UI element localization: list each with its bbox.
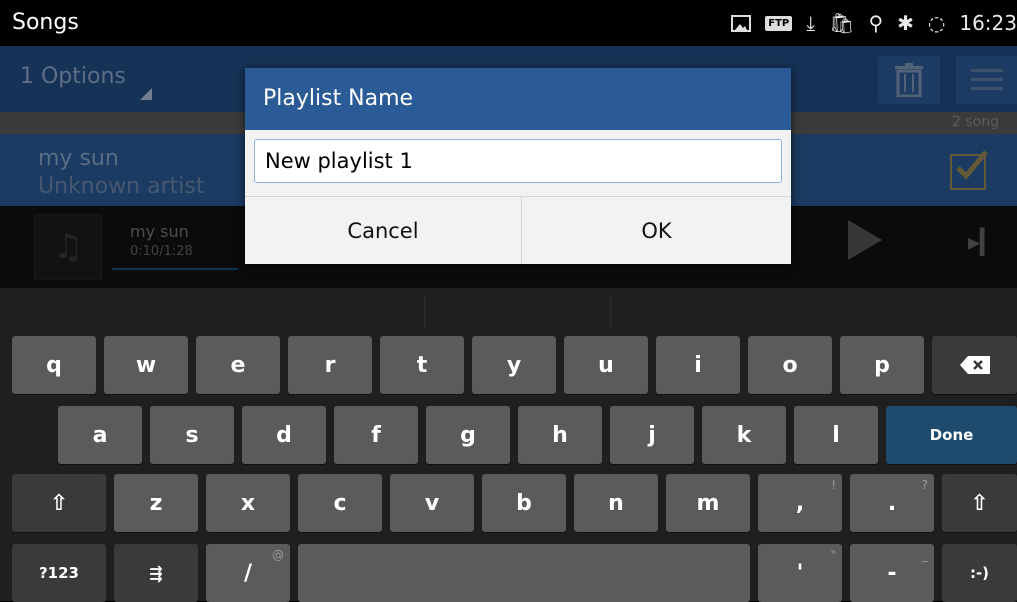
key-z[interactable]: z — [114, 474, 198, 532]
backspace-key[interactable] — [932, 336, 1017, 394]
bluetooth-icon: ✱ — [897, 11, 914, 35]
key-period[interactable]: . ? — [850, 474, 934, 532]
key-n[interactable]: n — [574, 474, 658, 532]
settings-key[interactable]: ⇶ — [114, 544, 198, 602]
key-slash[interactable]: / @ — [206, 544, 290, 602]
key-s[interactable]: s — [150, 406, 234, 464]
key-hint: ! — [831, 478, 836, 492]
playlist-name-input[interactable] — [254, 139, 782, 183]
key-a[interactable]: a — [58, 406, 142, 464]
shopping-bag-icon: 🛍 — [829, 11, 855, 35]
ftp-icon: FTP — [765, 15, 793, 31]
key-p[interactable]: p — [840, 336, 924, 394]
key-g[interactable]: g — [426, 406, 510, 464]
key-dash[interactable]: - _ — [850, 544, 934, 602]
suggestion-strip — [0, 288, 1017, 334]
dialog-title: Playlist Name — [263, 86, 414, 111]
key-o[interactable]: o — [748, 336, 832, 394]
key-u[interactable]: u — [564, 336, 648, 394]
key-hint: ? — [921, 478, 928, 492]
download-icon: ⤓ — [806, 11, 816, 35]
key-label: - — [887, 560, 897, 586]
key-e[interactable]: e — [196, 336, 280, 394]
smiley-key[interactable]: :-) — [942, 544, 1017, 602]
dialog-header: Playlist Name — [245, 68, 791, 130]
shift-icon: ⇧ — [49, 490, 69, 516]
app-title: Songs — [12, 10, 79, 35]
symbols-key[interactable]: ?123 — [12, 544, 106, 602]
key-r[interactable]: r — [288, 336, 372, 394]
key-d[interactable]: d — [242, 406, 326, 464]
key-label: . — [887, 490, 897, 516]
key-h[interactable]: h — [518, 406, 602, 464]
ok-button[interactable]: OK — [522, 197, 791, 264]
key-k[interactable]: k — [702, 406, 786, 464]
suggestion-divider — [424, 294, 425, 328]
clock: 16:23 — [959, 11, 1017, 35]
key-t[interactable]: t — [380, 336, 464, 394]
suggestion-divider — [610, 294, 611, 328]
shift-key-left[interactable]: ⇧ — [12, 474, 106, 532]
key-apostrophe[interactable]: ' " — [758, 544, 842, 602]
picture-icon — [731, 14, 752, 32]
shift-key-right[interactable]: ⇧ — [942, 474, 1017, 532]
cancel-button[interactable]: Cancel — [245, 197, 521, 264]
soft-keyboard: q w e r t y u i o p a s d f g h j k l Do… — [0, 288, 1017, 602]
key-v[interactable]: v — [390, 474, 474, 532]
key-m[interactable]: m — [666, 474, 750, 532]
done-key[interactable]: Done — [886, 406, 1017, 464]
key-b[interactable]: b — [482, 474, 566, 532]
key-q[interactable]: q — [12, 336, 96, 394]
key-f[interactable]: f — [334, 406, 418, 464]
key-label: ' — [796, 560, 804, 586]
playlist-name-dialog: Playlist Name Cancel OK — [245, 68, 791, 264]
key-c[interactable]: c — [298, 474, 382, 532]
key-i[interactable]: i — [656, 336, 740, 394]
key-l[interactable]: l — [794, 406, 878, 464]
status-bar: Songs FTP ⤓ 🛍 ⚲ ✱ ◌ 16:23 — [0, 0, 1017, 46]
key-j[interactable]: j — [610, 406, 694, 464]
space-key[interactable] — [298, 544, 750, 602]
key-label: / — [243, 560, 253, 586]
status-icons: FTP ⤓ 🛍 ⚲ ✱ ◌ 16:23 — [731, 6, 1017, 40]
key-hint: " — [830, 548, 836, 562]
key-y[interactable]: y — [472, 336, 556, 394]
key-comma[interactable]: , ! — [758, 474, 842, 532]
shift-icon: ⇧ — [970, 490, 989, 516]
key-hint: @ — [272, 548, 284, 562]
sync-icon: ◌ — [927, 11, 946, 35]
key-w[interactable]: w — [104, 336, 188, 394]
backspace-icon — [959, 356, 990, 374]
key-hint: _ — [922, 548, 928, 562]
usb-icon: ⚲ — [868, 11, 884, 35]
key-label: , — [795, 490, 805, 516]
sliders-icon: ⇶ — [149, 563, 163, 583]
key-x[interactable]: x — [206, 474, 290, 532]
